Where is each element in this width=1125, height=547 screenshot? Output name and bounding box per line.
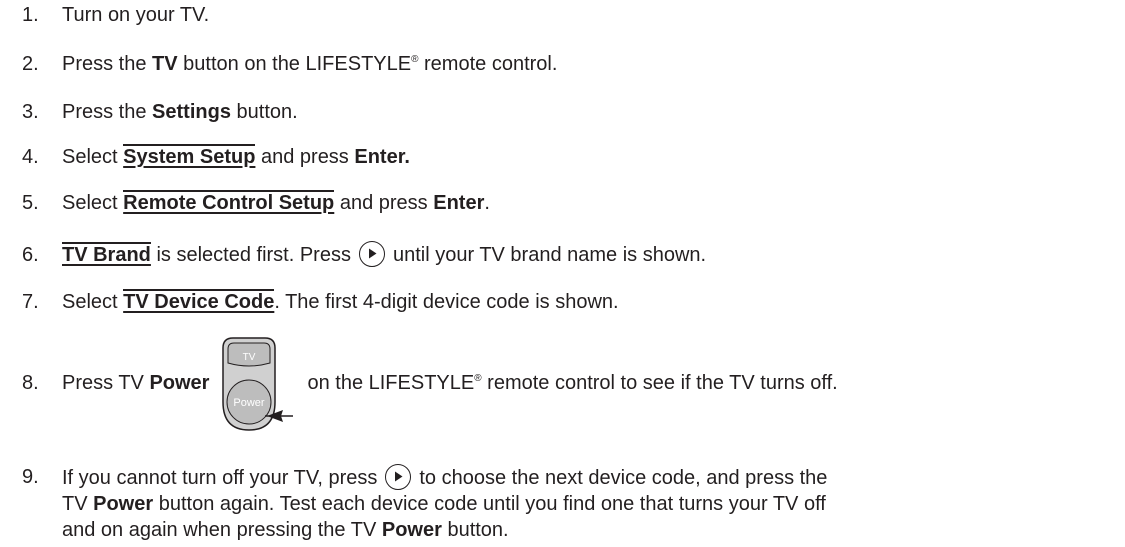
settings-button-ref: Settings <box>152 101 231 123</box>
menu-tv-brand: TV Brand <box>62 242 151 266</box>
step-number: 1. <box>22 4 39 26</box>
step-number: 3. <box>22 101 39 123</box>
step-3: 3. Press the Settings button. <box>22 99 298 125</box>
step-text: Turn on your TV. <box>62 4 210 26</box>
step-5: 5. Select Remote Control Setup and press … <box>22 190 490 216</box>
step-text: Press TV <box>62 372 150 394</box>
step-text: Press the <box>62 101 153 123</box>
step-text: and press <box>334 192 434 214</box>
remote-power-label: Power <box>234 397 266 409</box>
step-number: 5. <box>22 192 39 214</box>
step-number: 7. <box>22 291 39 313</box>
step-4: 4. Select System Setup and press Enter. <box>22 144 410 170</box>
tv-button-ref: TV <box>152 53 178 75</box>
menu-remote-control-setup: Remote Control Setup <box>123 190 335 214</box>
step-text: and on again when pressing the TV <box>62 519 382 541</box>
step-9-line-1: If you cannot turn off your TV, press to … <box>62 464 827 491</box>
step-text: Press the <box>62 53 153 75</box>
play-button-icon <box>385 464 412 490</box>
step-2: 2. Press the TV button on the LIFESTYLE® … <box>22 51 557 77</box>
registered-mark: ® <box>474 373 482 384</box>
step-text: Select <box>62 146 124 168</box>
power-button-ref: Power <box>381 519 442 541</box>
step-9: 9. If you cannot turn off your TV, press… <box>22 464 827 543</box>
step-text: and press <box>255 146 355 168</box>
step-6: 6. TV Brand is selected first. Press until… <box>22 241 706 268</box>
step-text: If you cannot turn off your TV, press <box>62 467 378 489</box>
step-9-line-2: TV Power button again. Test each device … <box>62 491 827 517</box>
step-number: 6. <box>22 244 39 266</box>
step-text: remote control to see if the TV turns of… <box>481 372 838 394</box>
step-text: to choose the next device code, and pres… <box>419 467 828 489</box>
step-number: 4. <box>22 146 39 168</box>
menu-tv-device-code: TV Device Code <box>123 289 275 313</box>
step-9-line-3: and on again when pressing the TV Power … <box>62 517 827 543</box>
step-text: is selected first. Press <box>150 244 351 266</box>
power-button-ref: Power <box>149 372 210 394</box>
step-text: on the LIFESTYLE <box>307 372 475 394</box>
menu-system-setup: System Setup <box>123 144 256 168</box>
enter-button-ref: Enter. <box>354 146 410 168</box>
step-text: button. <box>441 519 509 541</box>
step-text: Select <box>62 291 124 313</box>
enter-button-ref: Enter <box>433 192 485 214</box>
step-8: 8. Press TV Power TV Power on the LIFESTY… <box>22 337 838 431</box>
step-number: 8. <box>22 372 39 394</box>
remote-tv-power-buttons-icon: TV Power <box>219 337 294 431</box>
step-text: button. <box>230 101 298 123</box>
step-text: . The first 4-digit device code is shown… <box>274 291 619 313</box>
step-text: until your TV brand name is shown. <box>392 244 707 266</box>
step-number: 2. <box>22 53 39 75</box>
step-number: 9. <box>22 466 39 488</box>
step-text: TV <box>62 493 94 515</box>
power-button-ref: Power <box>93 493 154 515</box>
play-button-icon <box>358 241 385 267</box>
step-text: Select <box>62 192 124 214</box>
step-1: 1. Turn on your TV. <box>22 2 209 28</box>
step-text: remote control. <box>418 53 558 75</box>
step-text: . <box>484 192 490 214</box>
step-text: button on the LIFESTYLE <box>177 53 412 75</box>
remote-tv-label: TV <box>243 352 256 363</box>
step-7: 7. Select TV Device Code. The first 4-dig… <box>22 289 619 315</box>
step-text: button again. Test each device code unti… <box>153 493 826 515</box>
